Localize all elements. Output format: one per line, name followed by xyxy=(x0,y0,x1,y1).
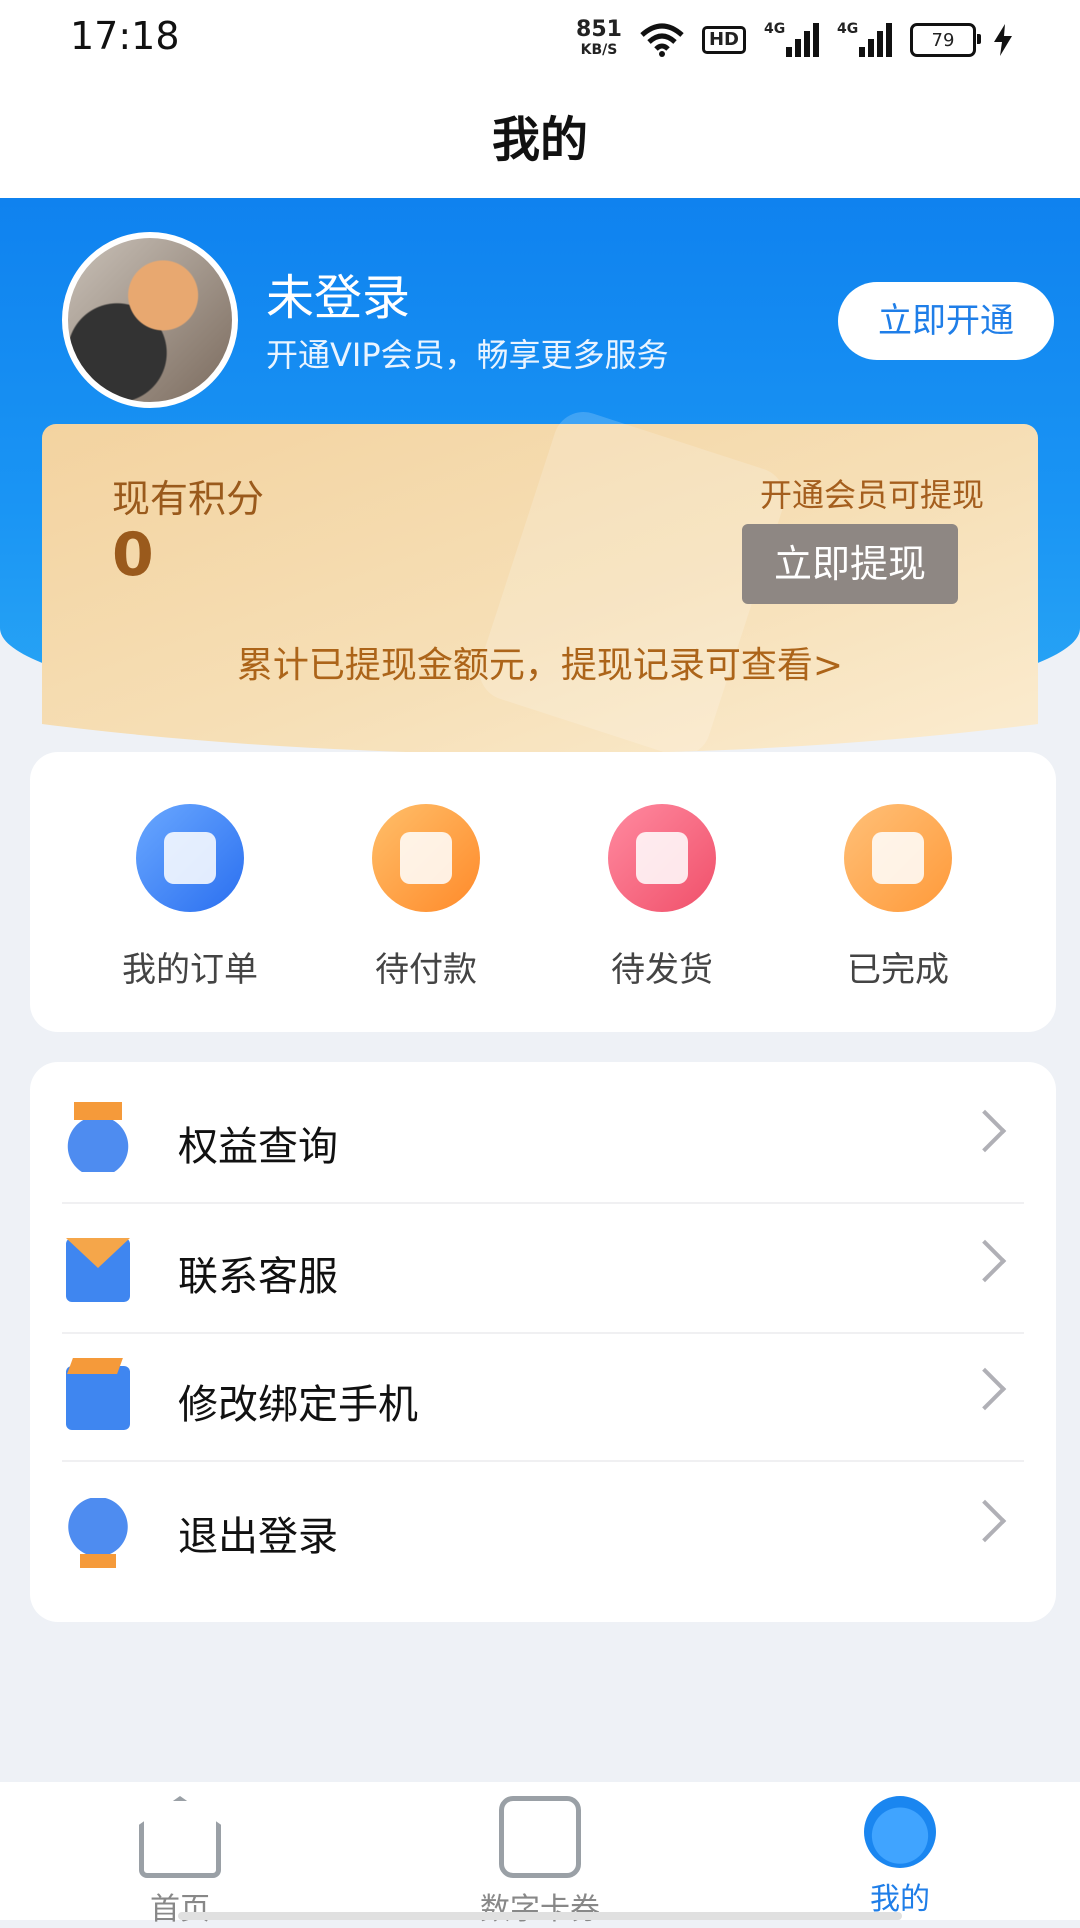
menu-item-change-phone[interactable]: 修改绑定手机 xyxy=(62,1334,1024,1462)
menu-item-logout[interactable]: 退出登录 xyxy=(62,1466,1024,1594)
signal-icon-1: 4G xyxy=(764,21,819,57)
order-label: 我的订单 xyxy=(122,950,258,990)
gift-icon xyxy=(608,804,716,912)
net-speed-unit: KB/S xyxy=(580,42,618,58)
open-vip-button[interactable]: 立即开通 xyxy=(838,282,1054,360)
medal-icon xyxy=(66,1102,130,1172)
tab-label: 首页 xyxy=(150,1892,210,1927)
status-time: 17:18 xyxy=(70,14,180,58)
chevron-right-icon xyxy=(963,1499,1007,1543)
charging-icon xyxy=(994,24,1012,56)
order-list-icon xyxy=(136,804,244,912)
order-my-orders[interactable]: 我的订单 xyxy=(100,804,280,991)
profile-icon xyxy=(864,1796,936,1868)
tab-home[interactable]: 首页 xyxy=(60,1796,300,1928)
login-status[interactable]: 未登录 xyxy=(266,258,410,328)
wifi-icon xyxy=(640,23,684,57)
order-label: 待发货 xyxy=(611,950,713,990)
hd-voice-icon: HD xyxy=(701,26,746,54)
home-icon xyxy=(139,1796,221,1878)
signal-type-label: 4G xyxy=(837,21,859,37)
signal-type-label: 4G xyxy=(764,21,786,37)
vip-promo-text: 开通VIP会员，畅享更多服务 xyxy=(266,336,669,374)
withdraw-button[interactable]: 立即提现 xyxy=(742,524,958,604)
status-bar: 17:18 851 KB/S HD 4G 4G 79 xyxy=(0,0,1080,80)
points-value: 0 xyxy=(112,520,154,590)
avatar[interactable] xyxy=(62,232,238,408)
menu-item-label: 修改绑定手机 xyxy=(178,1382,418,1428)
completed-chart-icon xyxy=(844,804,952,912)
battery-icon: 79 xyxy=(910,23,981,57)
mail-alert-icon xyxy=(66,1238,130,1302)
orders-card: 我的订单 待付款 待发货 已完成 xyxy=(30,752,1056,1032)
chevron-right-icon xyxy=(963,1239,1007,1283)
chevron-right-icon xyxy=(963,1109,1007,1153)
withdraw-record-link[interactable]: 累计已提现金额元，提现记录可查看> xyxy=(42,636,1038,688)
order-label: 已完成 xyxy=(847,950,949,990)
page-title: 我的 xyxy=(491,112,588,168)
menu-card: 权益查询 联系客服 修改绑定手机 退出登录 xyxy=(30,1062,1056,1622)
points-card: 现有积分 0 开通会员可提现 立即提现 累计已提现金额元，提现记录可查看> xyxy=(42,404,1038,754)
link-icon xyxy=(66,1366,130,1430)
bottom-tab-bar: 首页 数字卡券 我的 xyxy=(0,1782,1080,1927)
status-icons: 851 KB/S HD 4G 4G 79 xyxy=(576,16,1012,64)
order-label: 待付款 xyxy=(375,950,477,990)
chevron-right-icon xyxy=(963,1367,1007,1411)
withdraw-hint: 开通会员可提现 xyxy=(759,476,984,514)
menu-item-label: 联系客服 xyxy=(178,1254,338,1300)
tab-digital-cards[interactable]: 数字卡券 xyxy=(420,1796,660,1928)
menu-item-label: 退出登录 xyxy=(178,1514,338,1560)
net-speed-value: 851 xyxy=(576,17,622,42)
menu-item-customer-service[interactable]: 联系客服 xyxy=(62,1206,1024,1334)
tab-profile[interactable]: 我的 xyxy=(780,1796,1020,1918)
points-label: 现有积分 xyxy=(112,477,265,521)
wallet-icon xyxy=(372,804,480,912)
home-indicator[interactable] xyxy=(178,1912,902,1920)
card-icon xyxy=(499,1796,581,1878)
signal-icon-2: 4G xyxy=(837,21,892,57)
page-header: 我的 xyxy=(0,80,1080,198)
logout-icon xyxy=(66,1498,130,1568)
tab-label: 数字卡券 xyxy=(480,1892,600,1927)
order-pending-payment[interactable]: 待付款 xyxy=(336,804,516,991)
net-speed: 851 KB/S xyxy=(576,17,622,60)
order-pending-shipment[interactable]: 待发货 xyxy=(572,804,752,991)
menu-item-label: 权益查询 xyxy=(178,1124,338,1170)
menu-item-benefits[interactable]: 权益查询 xyxy=(62,1076,1024,1204)
order-completed[interactable]: 已完成 xyxy=(808,804,988,991)
